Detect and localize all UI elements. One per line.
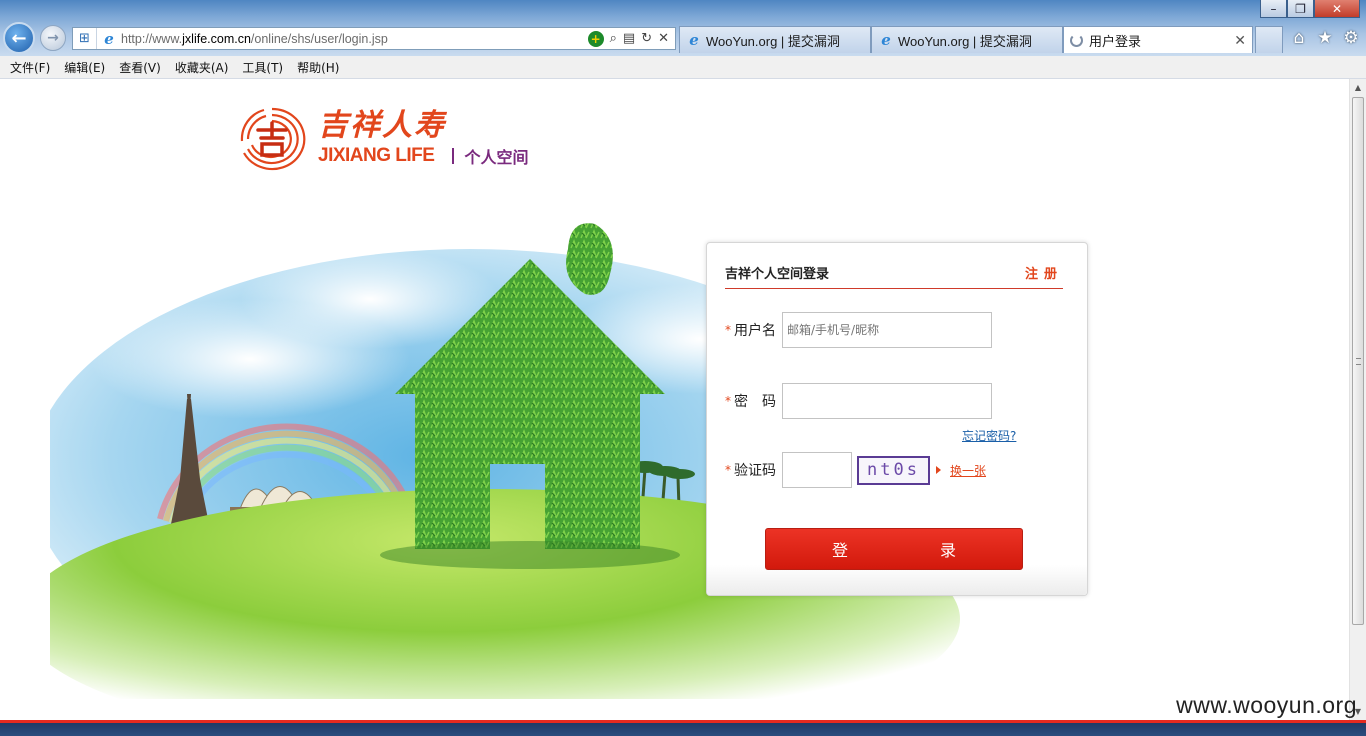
star-icon[interactable]: ★ [1316,28,1334,48]
window-controls: – ❐ ✕ [1260,0,1360,20]
watermark: www.wooyun.org [1176,692,1357,718]
menu-favorites[interactable]: 收藏夹(A) [169,59,235,76]
new-tab-button[interactable] [1255,26,1283,53]
restore-icon[interactable]: ❐ [1287,0,1314,18]
login-panel: 吉祥个人空间登录 注册 * 用户名 * 密 码 忘记密码? * 验证码 nt0s… [706,242,1088,596]
refresh-icon[interactable]: ↻ [641,31,652,46]
captcha-image[interactable]: nt0s [857,455,930,485]
search-icon[interactable]: ⌕ [610,31,617,46]
forward-arrow-icon[interactable]: → [40,25,66,51]
menu-file[interactable]: 文件(F) [4,59,56,76]
tab-user-login[interactable]: 用户登录 ✕ [1063,26,1253,53]
menu-edit[interactable]: 编辑(E) [58,59,111,76]
vertical-scrollbar[interactable]: ▲ ▼ [1349,79,1366,720]
logo-divider [452,148,455,164]
ie-icon: e [104,29,114,48]
browser-chrome: – ❐ ✕ ← → ⊞ e http://www.jxlife.com.cn/o… [0,0,1366,56]
username-label: 用户名 [734,323,776,339]
password-label: 密 码 [734,394,776,410]
username-input[interactable] [782,312,992,348]
logo-en-text: JIXIANG LIFE [318,145,435,166]
stop-icon[interactable]: ✕ [658,31,669,46]
menu-tools[interactable]: 工具(T) [236,59,289,76]
password-input[interactable] [782,383,992,419]
panel-title: 吉祥个人空间登录 [725,267,830,282]
scroll-up-icon[interactable]: ▲ [1350,79,1366,96]
captcha-refresh-link[interactable]: 换一张 [950,462,986,479]
gear-icon[interactable]: ⚙ [1342,28,1360,48]
arrow-right-icon [936,466,941,474]
brand-logo[interactable]: 吉祥人寿 JIXIANG LIFE 个人空间 [234,103,528,173]
menu-bar: 文件(F) 编辑(E) 查看(V) 收藏夹(A) 工具(T) 帮助(H) [0,56,1366,79]
ie-icon: e [689,31,699,49]
tab-wooyun-2[interactable]: e WooYun.org | 提交漏洞 [871,26,1063,53]
captcha-input[interactable] [782,452,852,488]
required-mark: * [725,463,731,477]
fingerprint-logo-icon [240,107,306,171]
captcha-label: 验证码 [734,463,776,479]
close-window-icon[interactable]: ✕ [1314,0,1360,18]
register-link[interactable]: 注册 [1025,263,1063,282]
captcha-row: * 验证码 nt0s 换一张 [725,452,986,488]
add-icon[interactable]: ⊞ [73,28,97,49]
username-row: * 用户名 [725,312,992,348]
password-row: * 密 码 [725,383,992,419]
back-arrow-icon[interactable]: ← [3,22,35,54]
address-url[interactable]: http://www.jxlife.com.cn/online/shs/user… [121,32,588,46]
loading-icon [1070,33,1083,47]
logo-cn-text: 吉祥人寿 [318,108,446,143]
tab-strip: e WooYun.org | 提交漏洞 e WooYun.org | 提交漏洞 … [679,26,1283,53]
browser-tools: ⌂ ★ ⚙ [1290,28,1360,48]
taskbar [0,720,1366,736]
tab-wooyun-1[interactable]: e WooYun.org | 提交漏洞 [679,26,871,53]
menu-view[interactable]: 查看(V) [113,59,167,76]
compat-icon[interactable]: + [587,30,604,47]
scroll-thumb[interactable] [1352,97,1364,625]
home-icon[interactable]: ⌂ [1290,28,1308,48]
minimize-icon[interactable]: – [1260,0,1287,18]
panel-header: 吉祥个人空间登录 注册 [725,263,1063,289]
required-mark: * [725,394,731,408]
address-bar[interactable]: ⊞ e http://www.jxlife.com.cn/online/shs/… [72,27,676,50]
compat-view-icon[interactable]: ▤ [623,31,635,46]
required-mark: * [725,323,731,337]
login-button[interactable]: 登 录 [765,528,1023,570]
page-viewport: 吉祥人寿 JIXIANG LIFE 个人空间 吉祥个人空间登录 注册 * 用户名… [0,79,1349,720]
ie-icon: e [881,31,891,49]
menu-help[interactable]: 帮助(H) [291,59,345,76]
logo-section-text: 个人空间 [464,148,529,167]
close-tab-icon[interactable]: ✕ [1234,32,1246,49]
forgot-password-link[interactable]: 忘记密码? [962,427,1016,444]
